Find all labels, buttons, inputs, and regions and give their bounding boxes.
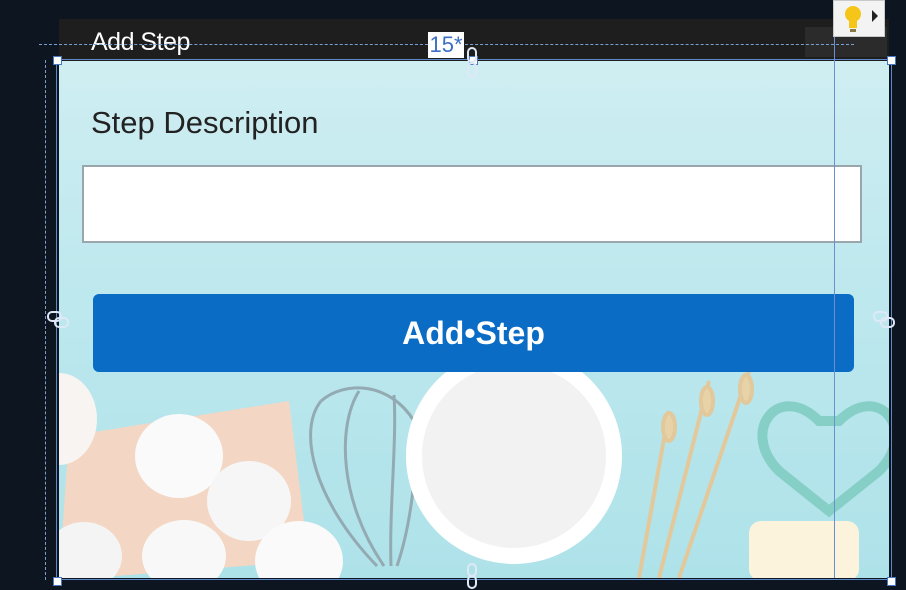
resize-handle-top-right[interactable] <box>887 56 896 65</box>
grid-column-divider[interactable] <box>834 30 835 578</box>
resize-handle-top-left[interactable] <box>53 56 62 65</box>
lightbulb-icon <box>845 6 861 32</box>
selection-rectangle <box>56 59 892 580</box>
link-icon[interactable] <box>872 308 898 332</box>
resize-handle-bottom-left[interactable] <box>53 577 62 586</box>
grid-row-size-label[interactable]: 15* <box>428 32 464 58</box>
quick-actions-button[interactable] <box>833 0 885 37</box>
minimize-button[interactable] <box>805 27 835 57</box>
link-icon[interactable] <box>465 46 479 80</box>
link-icon[interactable] <box>465 562 479 590</box>
play-arrow-icon <box>872 10 878 22</box>
link-icon[interactable] <box>46 308 72 332</box>
window-title: Add Step <box>91 28 190 56</box>
resize-handle-bottom-right[interactable] <box>887 577 896 586</box>
